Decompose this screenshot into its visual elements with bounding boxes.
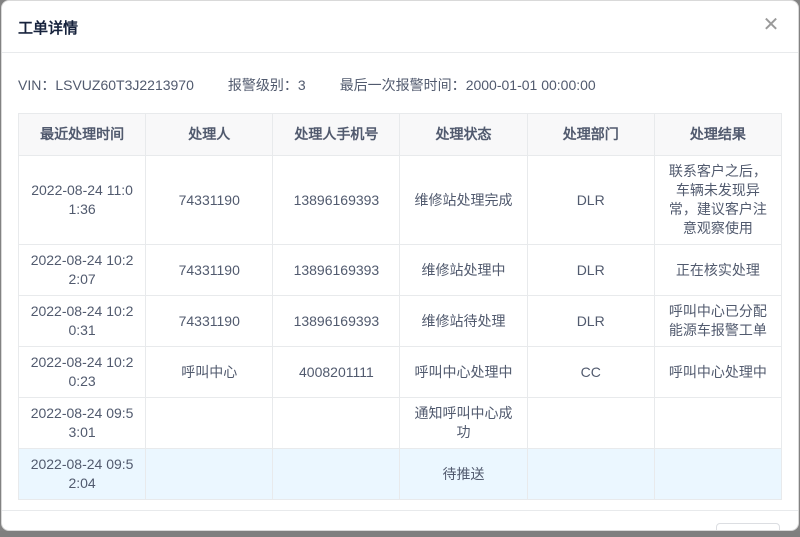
process-record-table: 最近处理时间 处理人 处理人手机号 处理状态 处理部门 处理结果 2022-08… [18, 113, 782, 500]
table-cell-phone: 13896169393 [273, 245, 400, 296]
vin-info: VIN：LSVUZ60T3J2213970 [18, 75, 194, 95]
col-header-result: 处理结果 [654, 114, 781, 156]
modal-body: VIN：LSVUZ60T3J2213970 报警级别：3 最后一次报警时间：20… [2, 53, 798, 510]
modal-footer: 关闭 [2, 510, 798, 531]
table-cell-status: 呼叫中心处理中 [400, 347, 527, 398]
col-header-handler: 处理人 [146, 114, 273, 156]
table-cell-handler: 74331190 [146, 156, 273, 245]
last-alarm-time-info: 最后一次报警时间：2000-01-01 00:00:00 [340, 75, 596, 95]
table-cell-handler: 74331190 [146, 296, 273, 347]
table-cell-time: 2022-08-24 10:20:23 [19, 347, 146, 398]
table-row[interactable]: 2022-08-24 09:53:01 通知呼叫中心成功 [19, 398, 782, 449]
table-row[interactable]: 2022-08-24 10:22:077433119013896169393维修… [19, 245, 782, 296]
table-cell-department: DLR [527, 156, 654, 245]
last-alarm-time-label: 最后一次报警时间： [340, 77, 466, 93]
table-cell-result: 正在核实处理 [654, 245, 781, 296]
table-cell-result: 联系客户之后，车辆未发现异常，建议客户注意观察使用 [654, 156, 781, 245]
table-row[interactable]: 2022-08-24 11:01:367433119013896169393维修… [19, 156, 782, 245]
col-header-time: 最近处理时间 [19, 114, 146, 156]
table-row[interactable]: 2022-08-24 10:20:317433119013896169393维修… [19, 296, 782, 347]
table-cell-department [527, 449, 654, 500]
table-cell-time: 2022-08-24 09:52:04 [19, 449, 146, 500]
table-row[interactable]: 2022-08-24 09:52:04 待推送 [19, 449, 782, 500]
table-cell-result [654, 449, 781, 500]
col-header-department: 处理部门 [527, 114, 654, 156]
table-body: 2022-08-24 11:01:367433119013896169393维修… [19, 156, 782, 500]
vin-label: VIN： [18, 77, 55, 93]
table-cell-time: 2022-08-24 11:01:36 [19, 156, 146, 245]
table-cell-department: DLR [527, 245, 654, 296]
col-header-status: 处理状态 [400, 114, 527, 156]
modal-title: 工单详情 [18, 20, 78, 37]
table-cell-phone: 4008201111 [273, 347, 400, 398]
table-row[interactable]: 2022-08-24 10:20:23呼叫中心4008201111呼叫中心处理中… [19, 347, 782, 398]
horizontal-scrollbar[interactable] [0, 531, 800, 537]
table-cell-handler [146, 398, 273, 449]
table-cell-phone [273, 449, 400, 500]
table-cell-time: 2022-08-24 10:20:31 [19, 296, 146, 347]
table-cell-handler: 呼叫中心 [146, 347, 273, 398]
work-order-detail-modal: 工单详情 ✕ VIN：LSVUZ60T3J2213970 报警级别：3 最后一次… [1, 0, 799, 531]
table-header-row: 最近处理时间 处理人 处理人手机号 处理状态 处理部门 处理结果 [19, 114, 782, 156]
modal-header: 工单详情 ✕ [2, 1, 798, 53]
table-cell-department: CC [527, 347, 654, 398]
table-cell-time: 2022-08-24 09:53:01 [19, 398, 146, 449]
table-cell-department: DLR [527, 296, 654, 347]
table-cell-status: 待推送 [400, 449, 527, 500]
table-cell-handler [146, 449, 273, 500]
table-cell-result: 呼叫中心处理中 [654, 347, 781, 398]
table-cell-phone: 13896169393 [273, 296, 400, 347]
table-cell-phone [273, 398, 400, 449]
last-alarm-time-value: 2000-01-01 00:00:00 [466, 77, 596, 93]
table-cell-status: 通知呼叫中心成功 [400, 398, 527, 449]
table-cell-phone: 13896169393 [273, 156, 400, 245]
col-header-phone: 处理人手机号 [273, 114, 400, 156]
table-header: 最近处理时间 处理人 处理人手机号 处理状态 处理部门 处理结果 [19, 114, 782, 156]
table-cell-status: 维修站处理中 [400, 245, 527, 296]
table-cell-handler: 74331190 [146, 245, 273, 296]
table-cell-result: 呼叫中心已分配能源车报警工单 [654, 296, 781, 347]
alarm-level-label: 报警级别： [228, 77, 298, 93]
alarm-level-value: 3 [298, 77, 306, 93]
alarm-info-line: VIN：LSVUZ60T3J2213970 报警级别：3 最后一次报警时间：20… [18, 67, 782, 113]
alarm-level-info: 报警级别：3 [228, 75, 306, 95]
table-cell-department [527, 398, 654, 449]
table-cell-result [654, 398, 781, 449]
vin-value: LSVUZ60T3J2213970 [55, 77, 194, 93]
table-cell-time: 2022-08-24 10:22:07 [19, 245, 146, 296]
table-cell-status: 维修站处理完成 [400, 156, 527, 245]
close-icon[interactable]: ✕ [760, 15, 782, 37]
table-cell-status: 维修站待处理 [400, 296, 527, 347]
close-button[interactable]: 关闭 [716, 523, 780, 531]
